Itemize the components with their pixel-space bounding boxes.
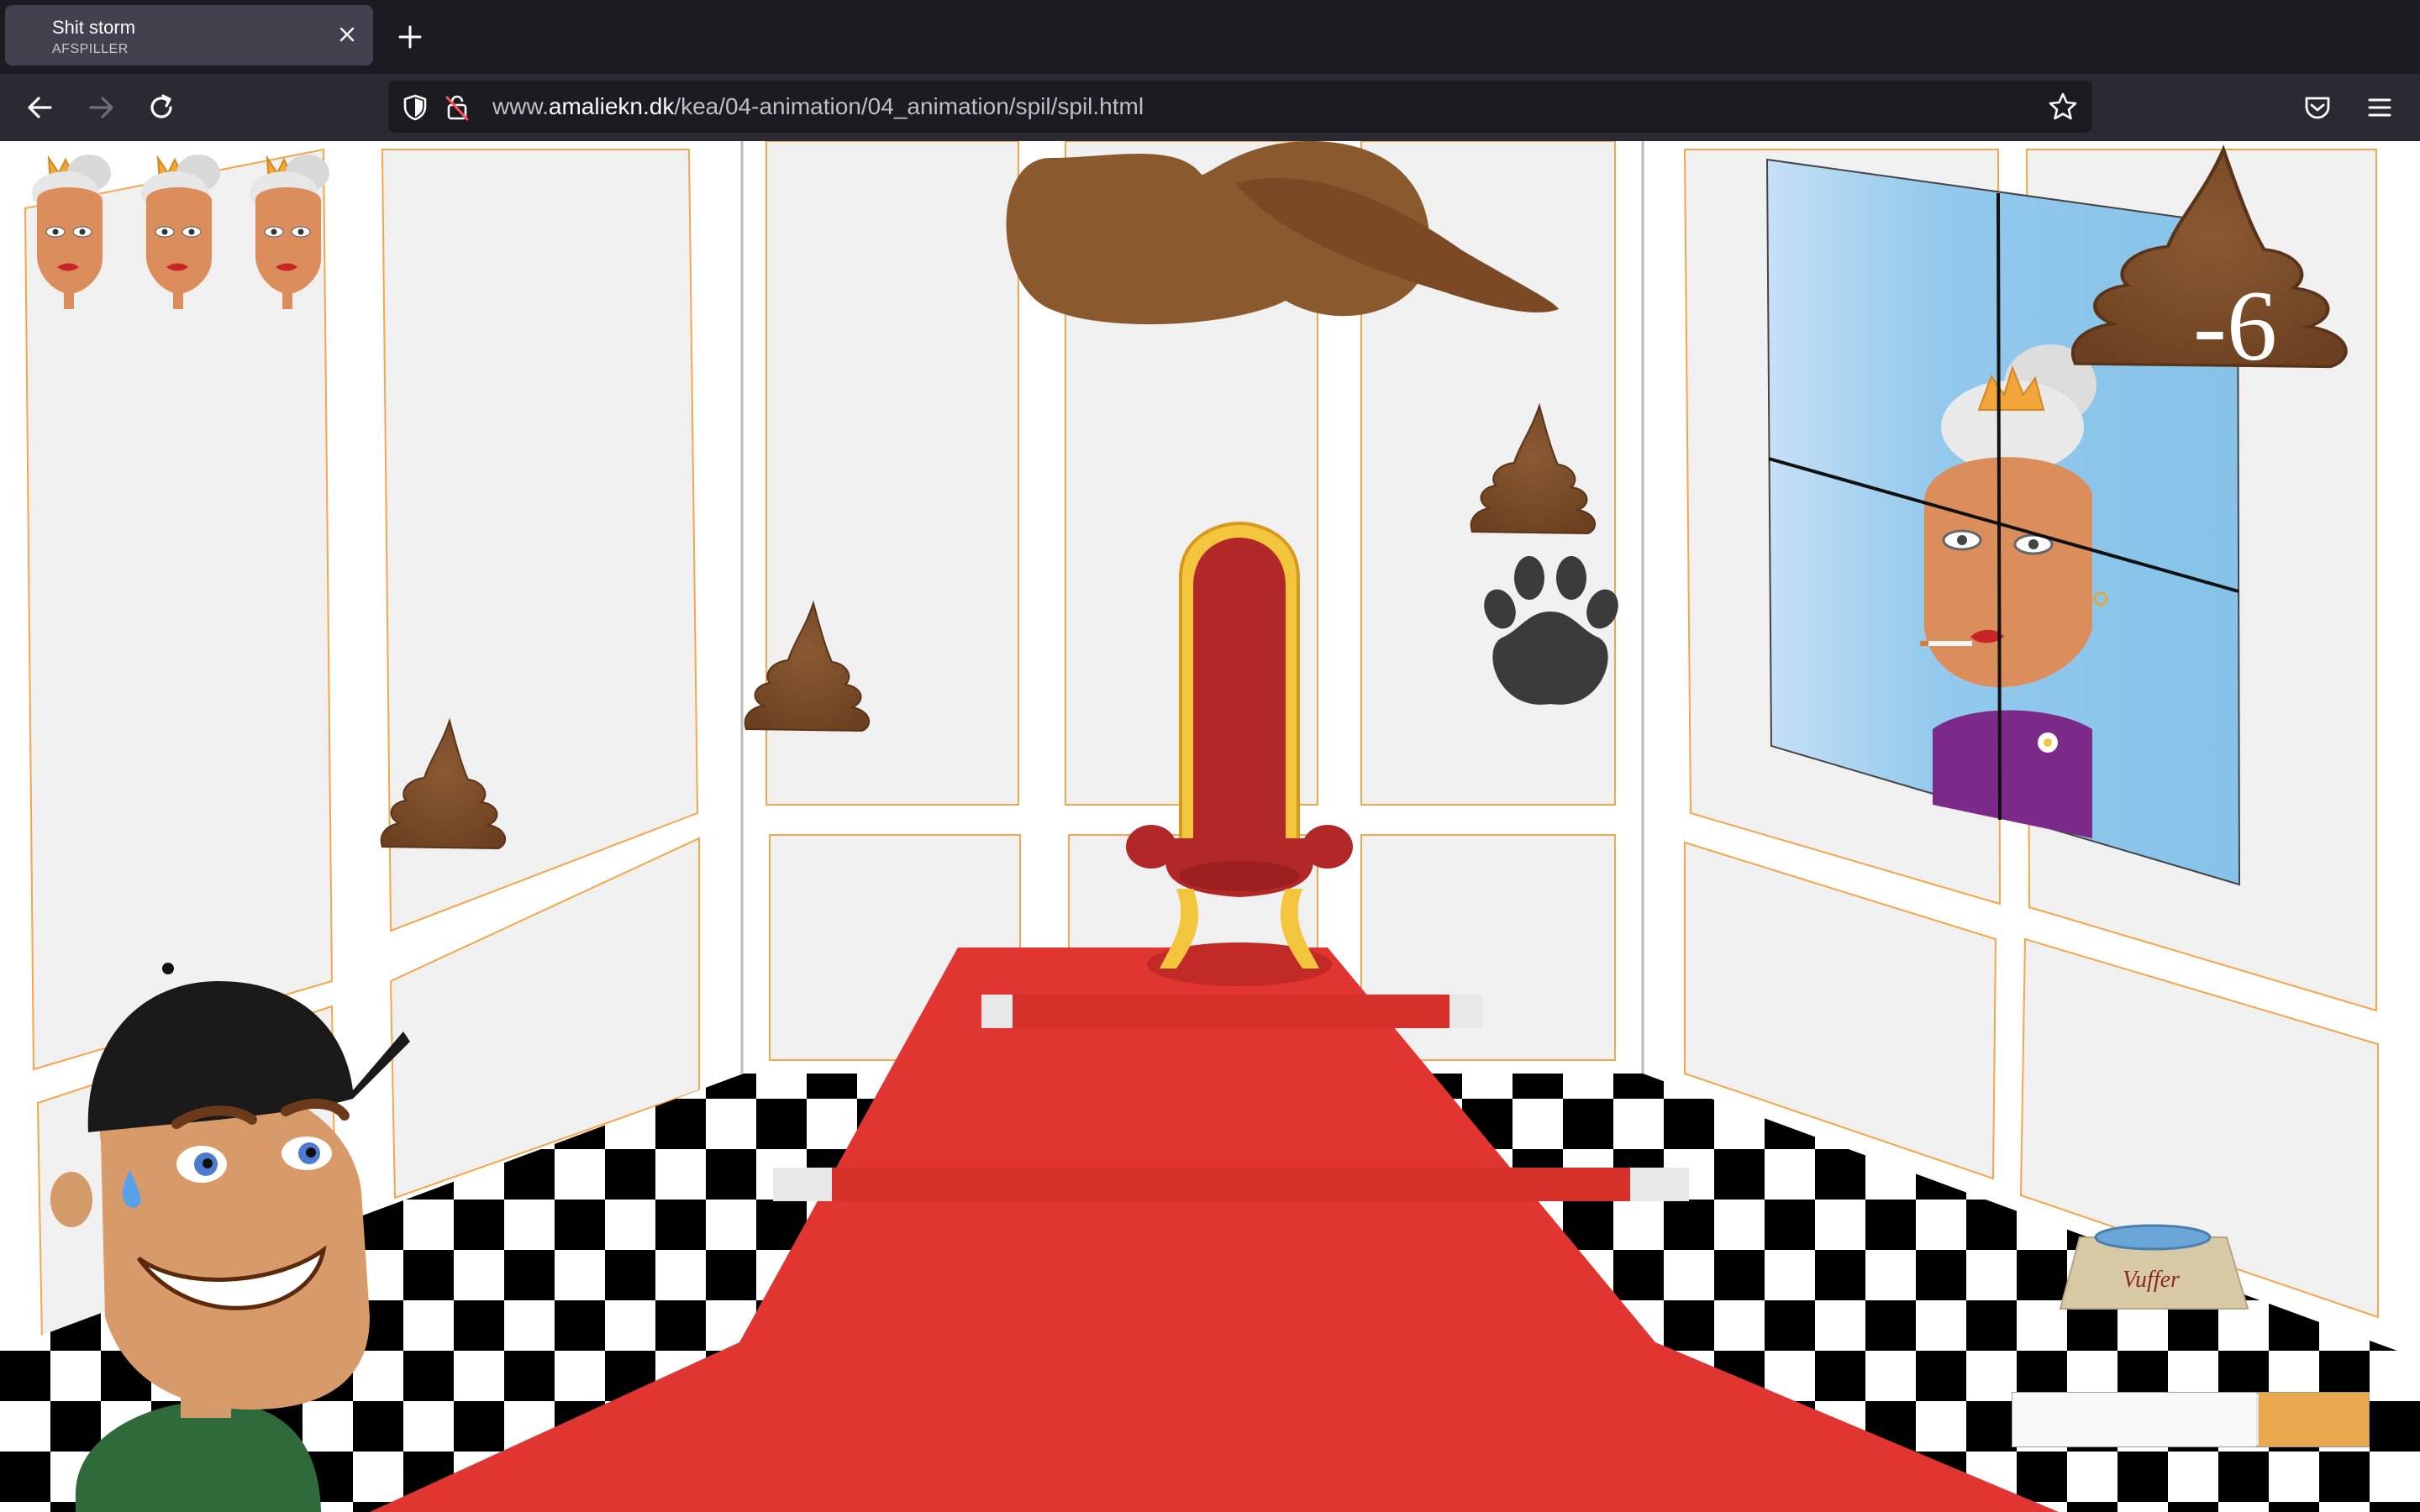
bookmark-star-icon[interactable]: [2047, 91, 2079, 123]
new-tab-icon[interactable]: [395, 22, 425, 52]
url-text: www.amaliekn.dk/kea/04-animation/04_anim…: [492, 93, 1144, 119]
tab-subtitle: AFSPILLER: [52, 42, 129, 56]
game-canvas[interactable]: -6 Vuffer: [0, 141, 2420, 1512]
insecure-lock-icon[interactable]: [442, 92, 472, 123]
cigarette-icon: [2012, 1392, 2370, 1447]
reload-icon[interactable]: [145, 91, 178, 124]
navigation-bar: www.amaliekn.dk/kea/04-animation/04_anim…: [0, 74, 2420, 141]
tab-title: Shit storm: [52, 17, 136, 38]
throne-room-scene: [0, 141, 2420, 1512]
back-arrow-icon[interactable]: [24, 91, 57, 124]
pocket-icon[interactable]: [2301, 91, 2334, 124]
tab-strip: Shit storm AFSPILLER: [0, 0, 2420, 74]
address-bar[interactable]: www.amaliekn.dk/kea/04-animation/04_anim…: [388, 81, 2092, 133]
shield-icon[interactable]: [400, 92, 430, 123]
dog-bowl-label: Vuffer: [2123, 1267, 2180, 1293]
browser-tab[interactable]: Shit storm AFSPILLER: [5, 5, 373, 66]
life-queen-head-icon: [32, 154, 112, 310]
life-queen-head-icon: [250, 154, 330, 310]
close-icon[interactable]: [336, 24, 358, 45]
hamburger-menu-icon[interactable]: [2363, 91, 2396, 124]
forward-arrow-icon[interactable]: [84, 91, 118, 124]
score-counter: -6: [2193, 270, 2277, 381]
life-queen-head-icon: [141, 154, 221, 310]
